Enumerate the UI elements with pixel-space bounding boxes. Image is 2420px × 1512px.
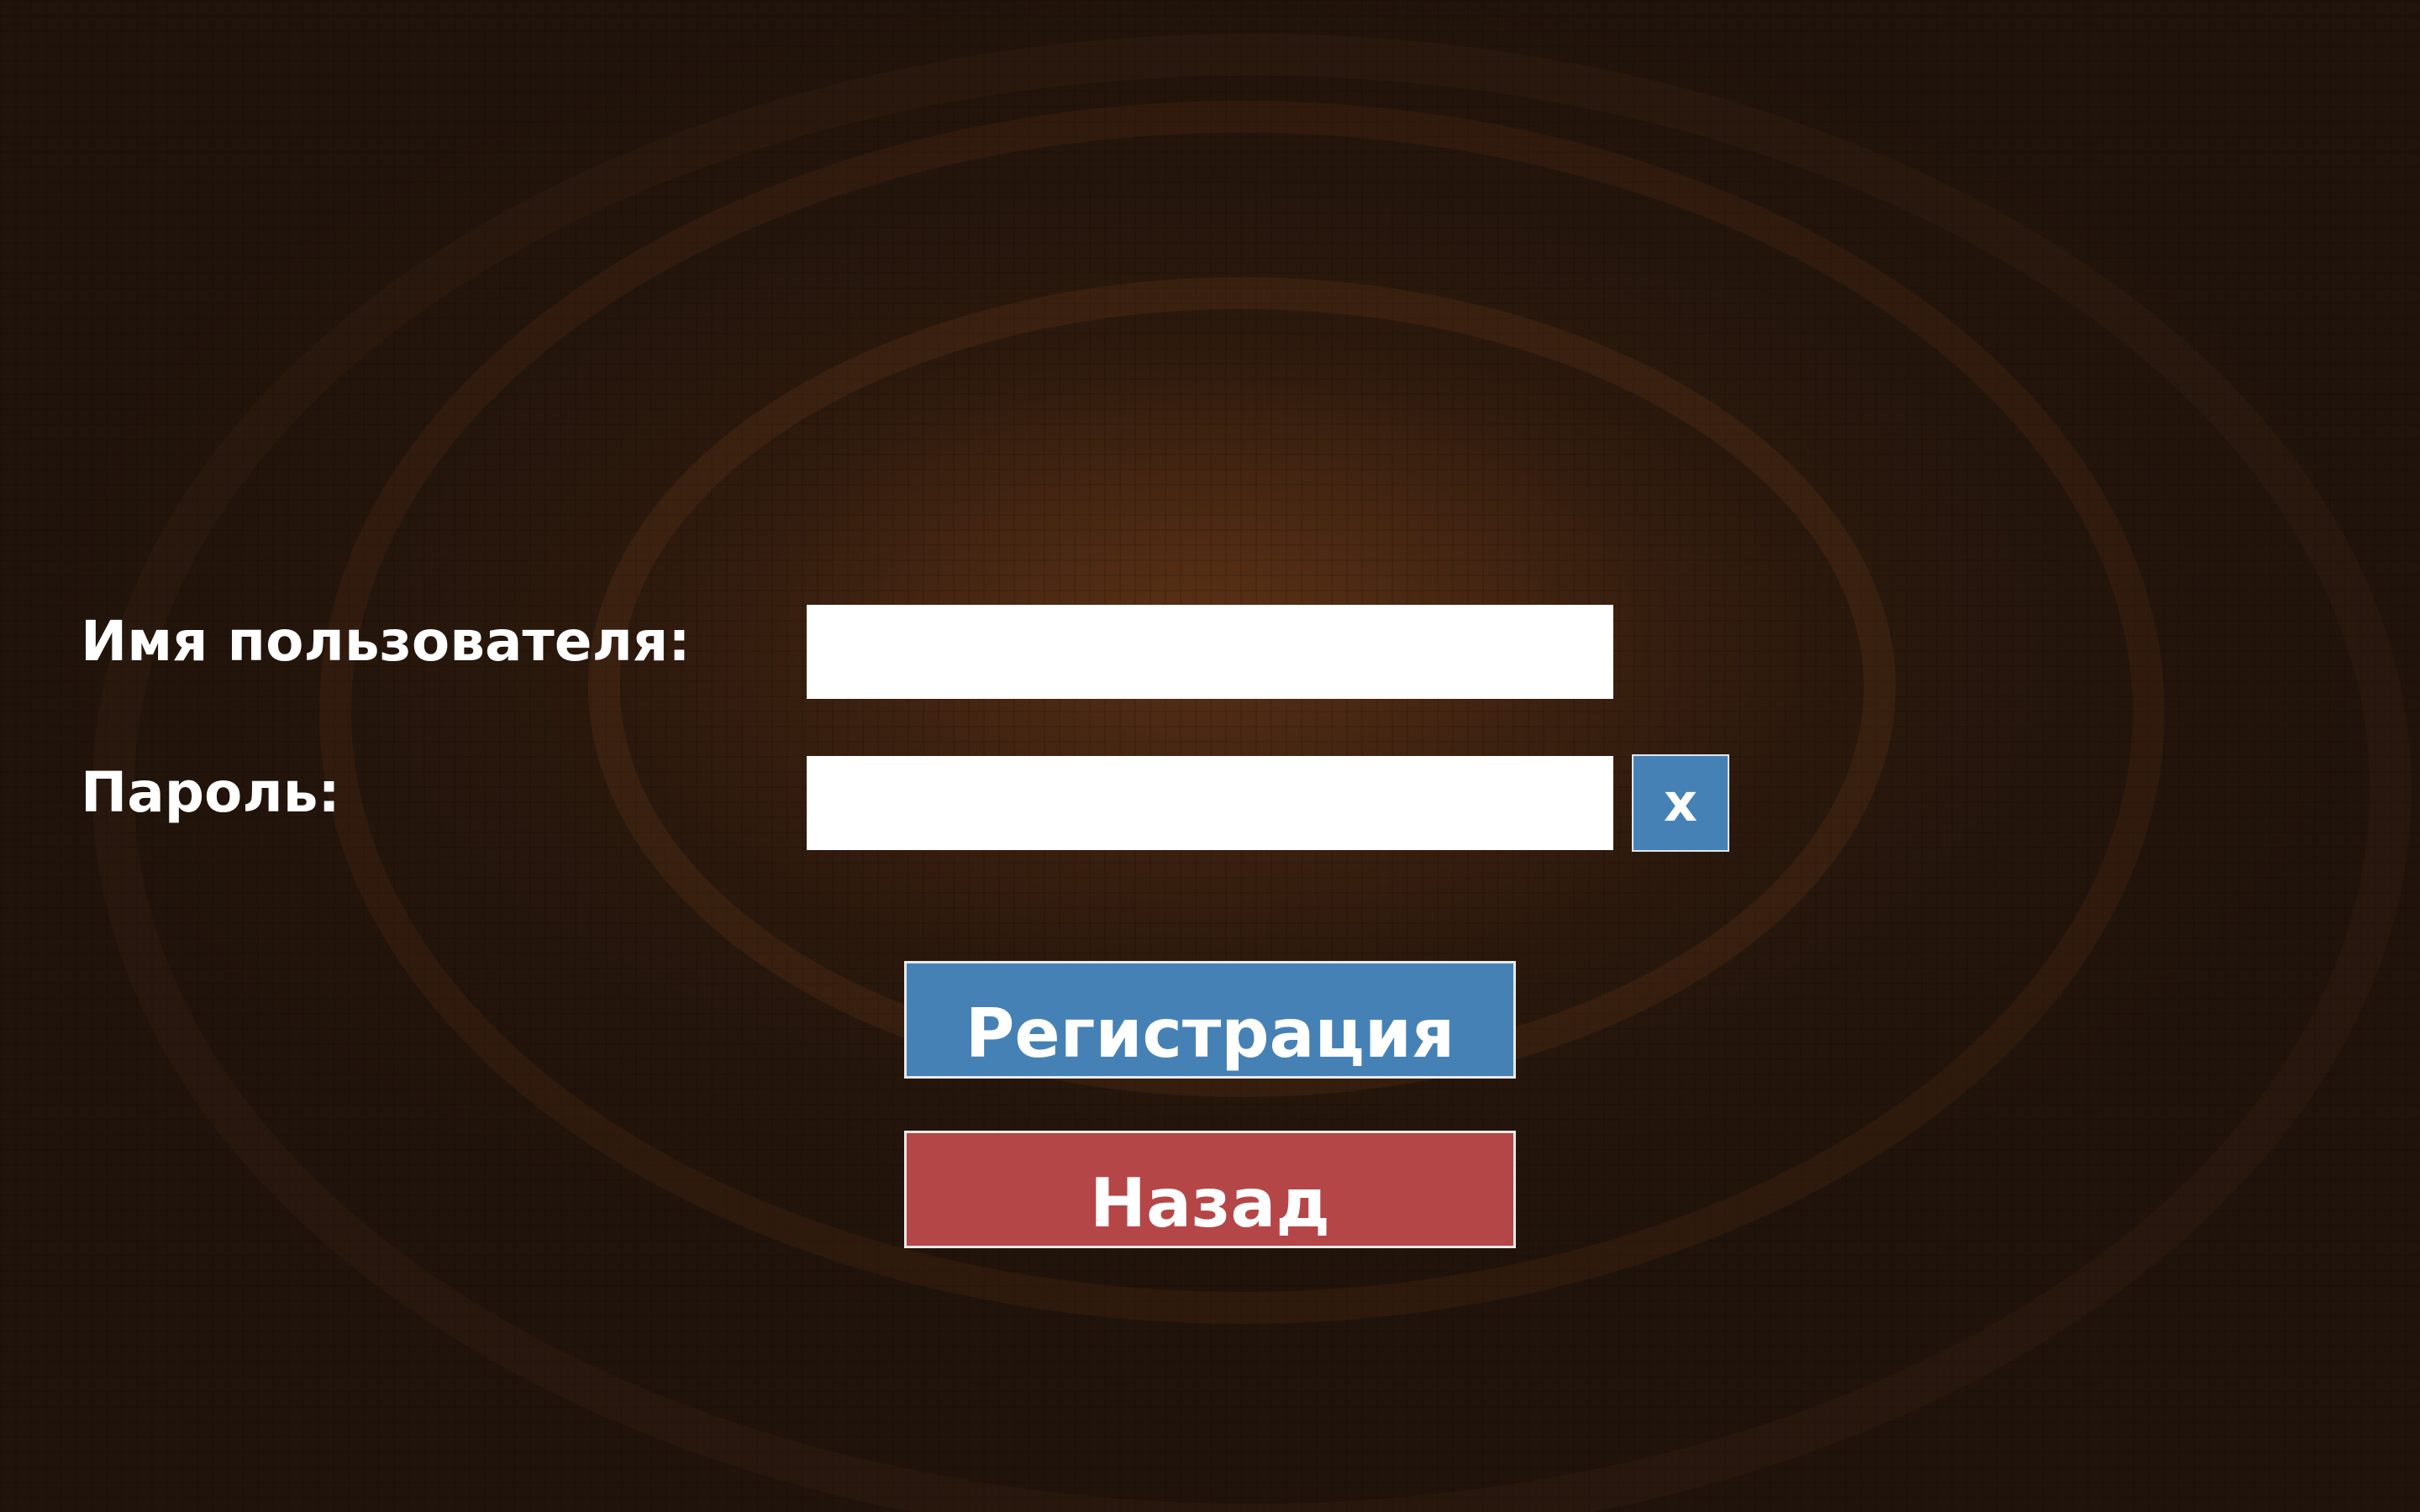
password-input[interactable] <box>807 756 1613 850</box>
clear-password-icon: x <box>1664 772 1697 833</box>
clear-password-button[interactable]: x <box>1632 754 1729 852</box>
back-button-label: Назад <box>1089 1164 1330 1242</box>
register-button-label: Регистрация <box>965 995 1455 1073</box>
register-button[interactable]: Регистрация <box>904 961 1516 1079</box>
back-button[interactable]: Назад <box>904 1131 1516 1248</box>
password-label: Пароль: <box>81 760 340 825</box>
username-input[interactable] <box>807 605 1613 699</box>
registration-screen: Имя пользователя: Пароль: x Регистрация … <box>0 0 2420 1512</box>
username-label: Имя пользователя: <box>81 609 691 674</box>
